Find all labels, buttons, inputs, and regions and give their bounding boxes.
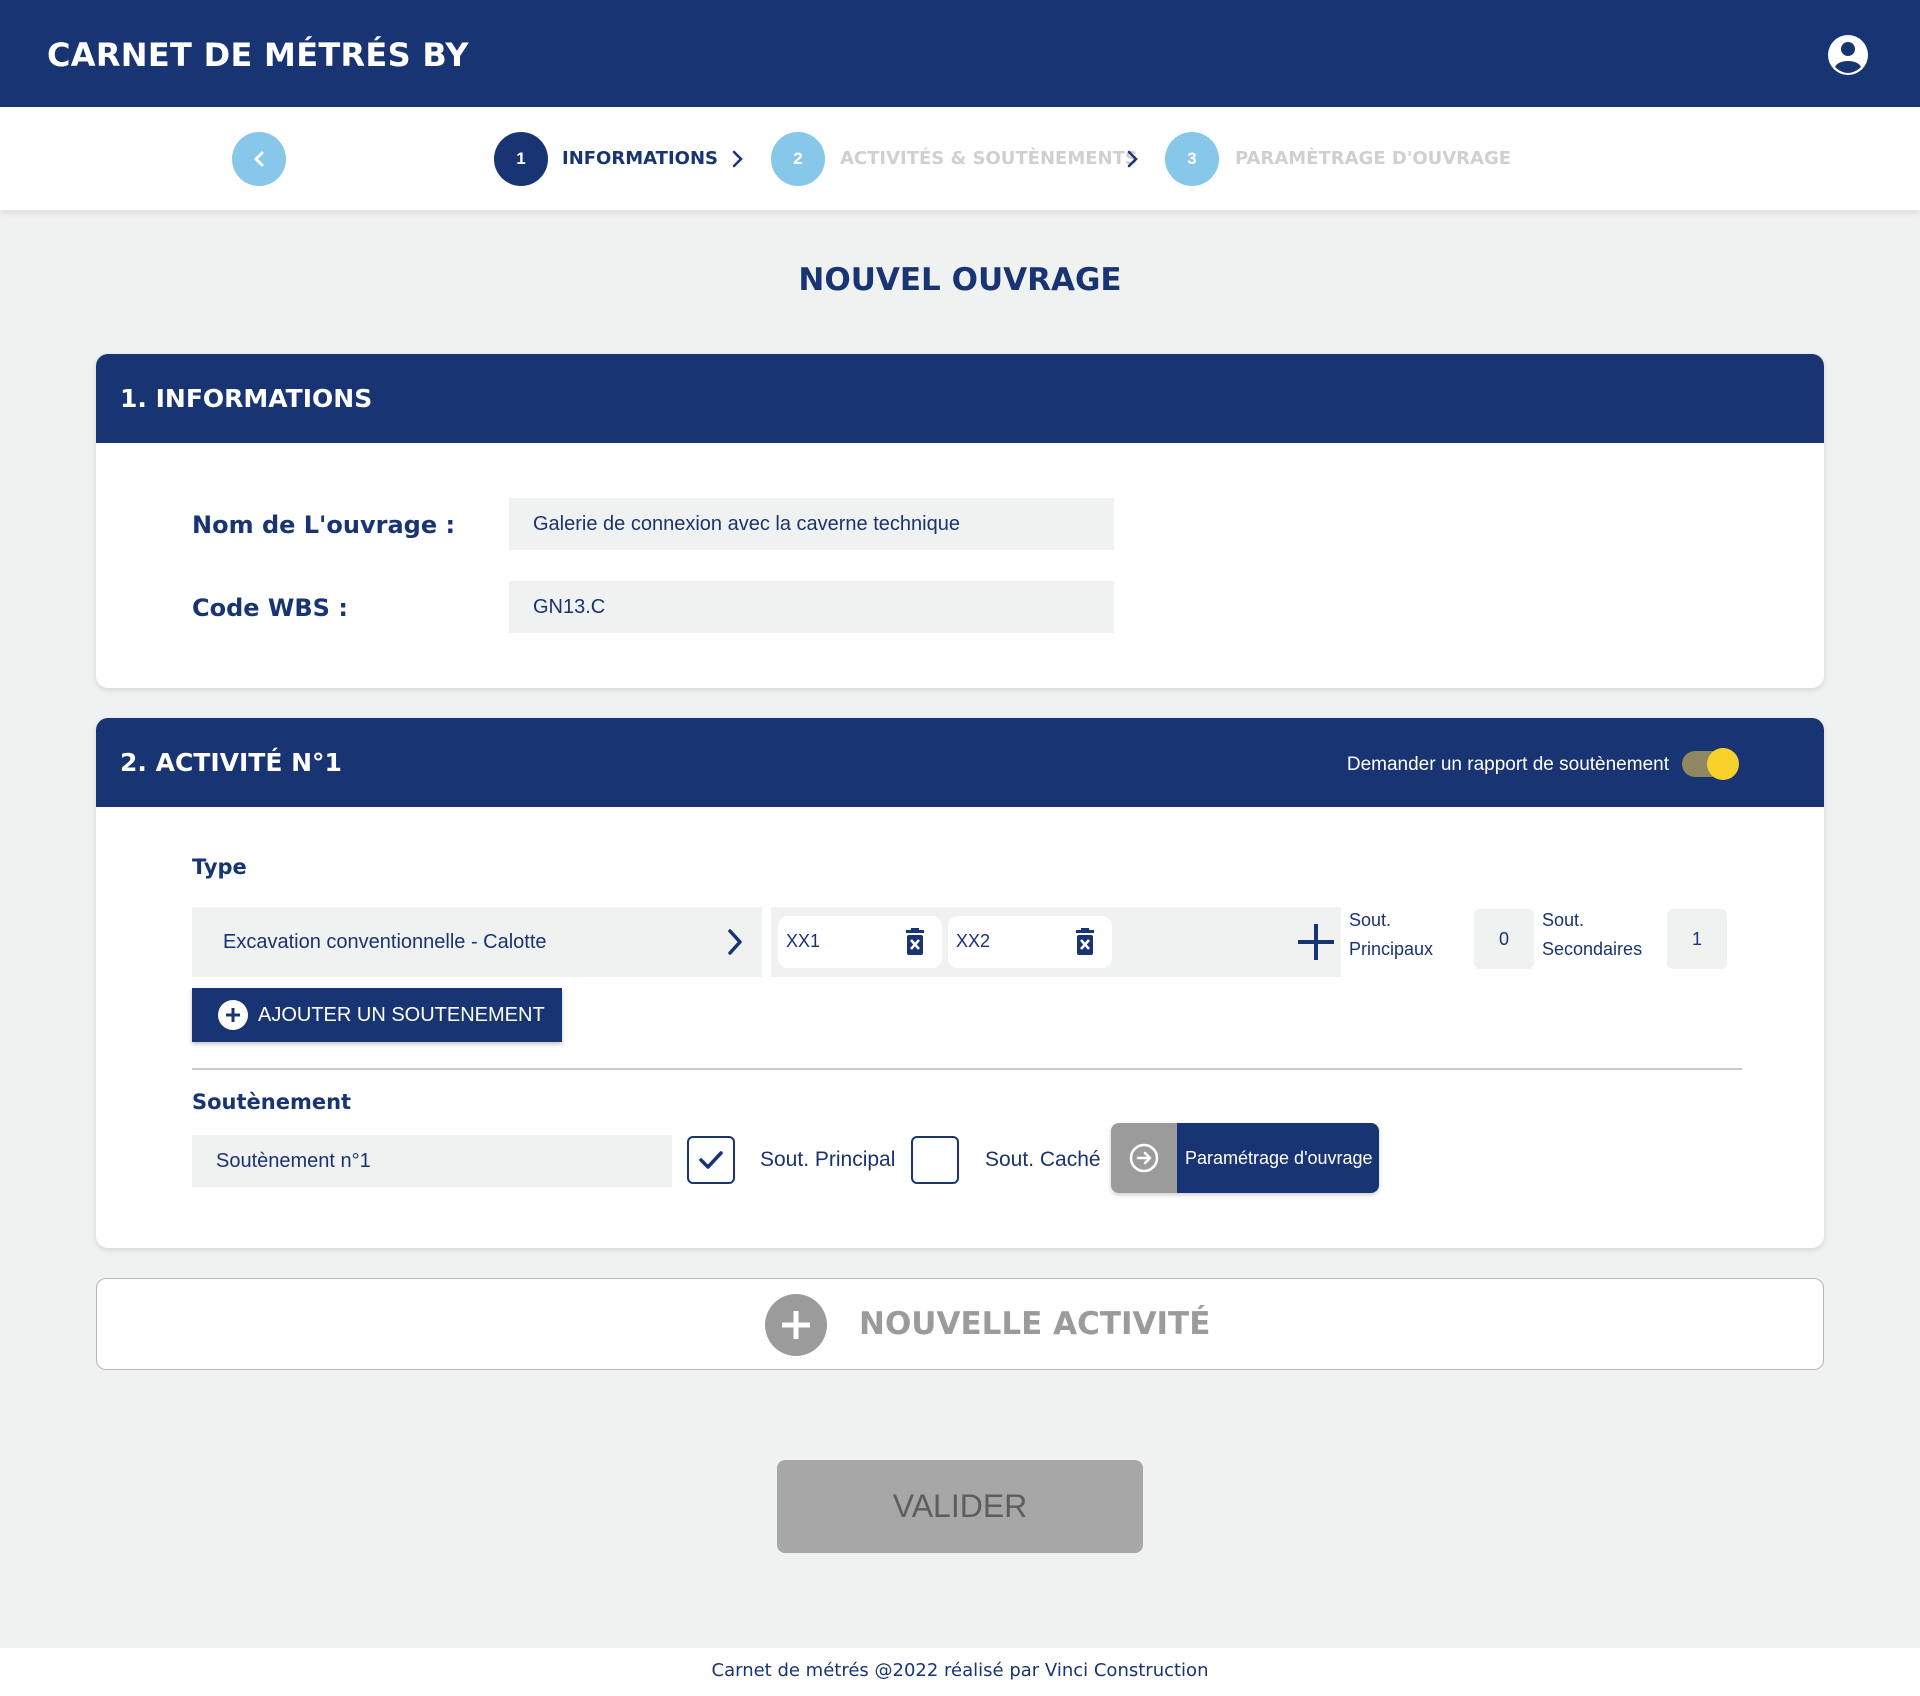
rapport-toggle-label: Demander un rapport de soutènement [1346, 754, 1669, 775]
activity-title: 2. ACTIVITÉ N°1 [120, 748, 342, 777]
trash-icon[interactable] [904, 928, 926, 956]
type-value: Excavation conventionnelle - Calotte [223, 931, 547, 953]
step-1-number[interactable]: 1 [494, 132, 548, 186]
chevron-left-icon [254, 151, 264, 167]
sout-secondaires-label: Sout. Secondaires [1542, 906, 1642, 964]
chip-xx1[interactable]: XX1 [778, 916, 942, 968]
back-button[interactable] [232, 132, 286, 186]
code-wbs-input[interactable] [509, 581, 1114, 633]
app-title: CARNET DE MÉTRÉS BY [47, 36, 469, 74]
sout-secondaires-label-line-1: Sout. [1542, 910, 1585, 930]
nom-ouvrage-input[interactable] [509, 498, 1114, 550]
top-bar: CARNET DE MÉTRÉS BY [0, 0, 1920, 107]
rapport-toggle[interactable] [1682, 748, 1739, 780]
new-activity-label: NOUVELLE ACTIVITÉ [859, 1306, 1211, 1342]
informations-card-header: 1. INFORMATIONS [96, 354, 1824, 443]
parametrage-ouvrage-label: Paramétrage d'ouvrage [1177, 1123, 1379, 1193]
new-activity-button[interactable]: NOUVELLE ACTIVITÉ [96, 1278, 1824, 1370]
step-3-number[interactable]: 3 [1165, 132, 1219, 186]
activity-card-header: 2. ACTIVITÉ N°1 Demander un rapport de s… [96, 718, 1824, 807]
informations-title: 1. INFORMATIONS [120, 384, 373, 413]
soutenement-label: Soutènement [192, 1090, 352, 1114]
add-soutenement-button[interactable]: AJOUTER UN SOUTENEMENT [192, 988, 562, 1042]
type-label: Type [192, 855, 247, 879]
divider [192, 1068, 1742, 1070]
footer: Carnet de métrés @2022 réalisé par Vinci… [0, 1648, 1920, 1696]
code-wbs-label: Code WBS : [192, 594, 348, 622]
parametrage-ouvrage-button[interactable]: Paramétrage d'ouvrage [1111, 1123, 1379, 1193]
toggle-knob [1707, 748, 1739, 780]
plus-circle-icon [765, 1294, 827, 1356]
step-2-number[interactable]: 2 [771, 132, 825, 186]
informations-card: 1. INFORMATIONS Nom de L'ouvrage : Code … [96, 354, 1824, 688]
step-1-label[interactable]: INFORMATIONS [562, 148, 718, 169]
step-2-label[interactable]: ACTIVITÉS & SOUTÈNEMENTS [840, 148, 1138, 169]
activity-card: 2. ACTIVITÉ N°1 Demander un rapport de s… [96, 718, 1824, 1248]
sout-principal-label: Sout. Principal [760, 1148, 896, 1171]
sout-cache-label: Sout. Caché [985, 1148, 1101, 1171]
sout-principaux-label: Sout. Principaux [1349, 906, 1433, 964]
check-icon [699, 1151, 723, 1169]
page-title: NOUVEL OUVRAGE [798, 262, 1122, 298]
nom-ouvrage-label: Nom de L'ouvrage : [192, 511, 456, 539]
plus-icon[interactable] [1295, 921, 1337, 963]
trash-icon[interactable] [1074, 928, 1096, 956]
step-3-label[interactable]: PARAMÈTRAGE D'OUVRAGE [1235, 148, 1511, 169]
account-circle-icon[interactable] [1826, 33, 1870, 77]
stepper-bar: 1 INFORMATIONS 2 ACTIVITÉS & SOUTÈNEMENT… [0, 107, 1920, 210]
plus-circle-icon [218, 1000, 248, 1030]
sout-principaux-label-line-1: Sout. [1349, 910, 1392, 930]
chip-label: XX2 [956, 931, 991, 951]
chevron-right-icon [732, 150, 743, 168]
type-select[interactable]: Excavation conventionnelle - Calotte [192, 907, 762, 977]
chip-xx2[interactable]: XX2 [948, 916, 1112, 968]
soutenement-input[interactable] [192, 1135, 672, 1187]
chips-zone: XX1 XX2 [771, 907, 1341, 977]
chevron-right-icon [1127, 150, 1138, 168]
sout-principaux-count[interactable]: 0 [1474, 909, 1534, 969]
sout-secondaires-label-line-2: Secondaires [1542, 939, 1643, 959]
sout-cache-checkbox[interactable] [911, 1136, 959, 1184]
arrow-circle-right-icon [1111, 1123, 1177, 1193]
chip-label: XX1 [786, 931, 821, 951]
validate-button[interactable]: VALIDER [777, 1460, 1143, 1553]
chevron-right-icon [728, 929, 742, 955]
add-soutenement-label: AJOUTER UN SOUTENEMENT [258, 1003, 545, 1026]
sout-principal-checkbox[interactable] [687, 1136, 735, 1184]
sout-principaux-label-line-2: Principaux [1349, 939, 1434, 959]
sout-secondaires-count[interactable]: 1 [1667, 909, 1727, 969]
